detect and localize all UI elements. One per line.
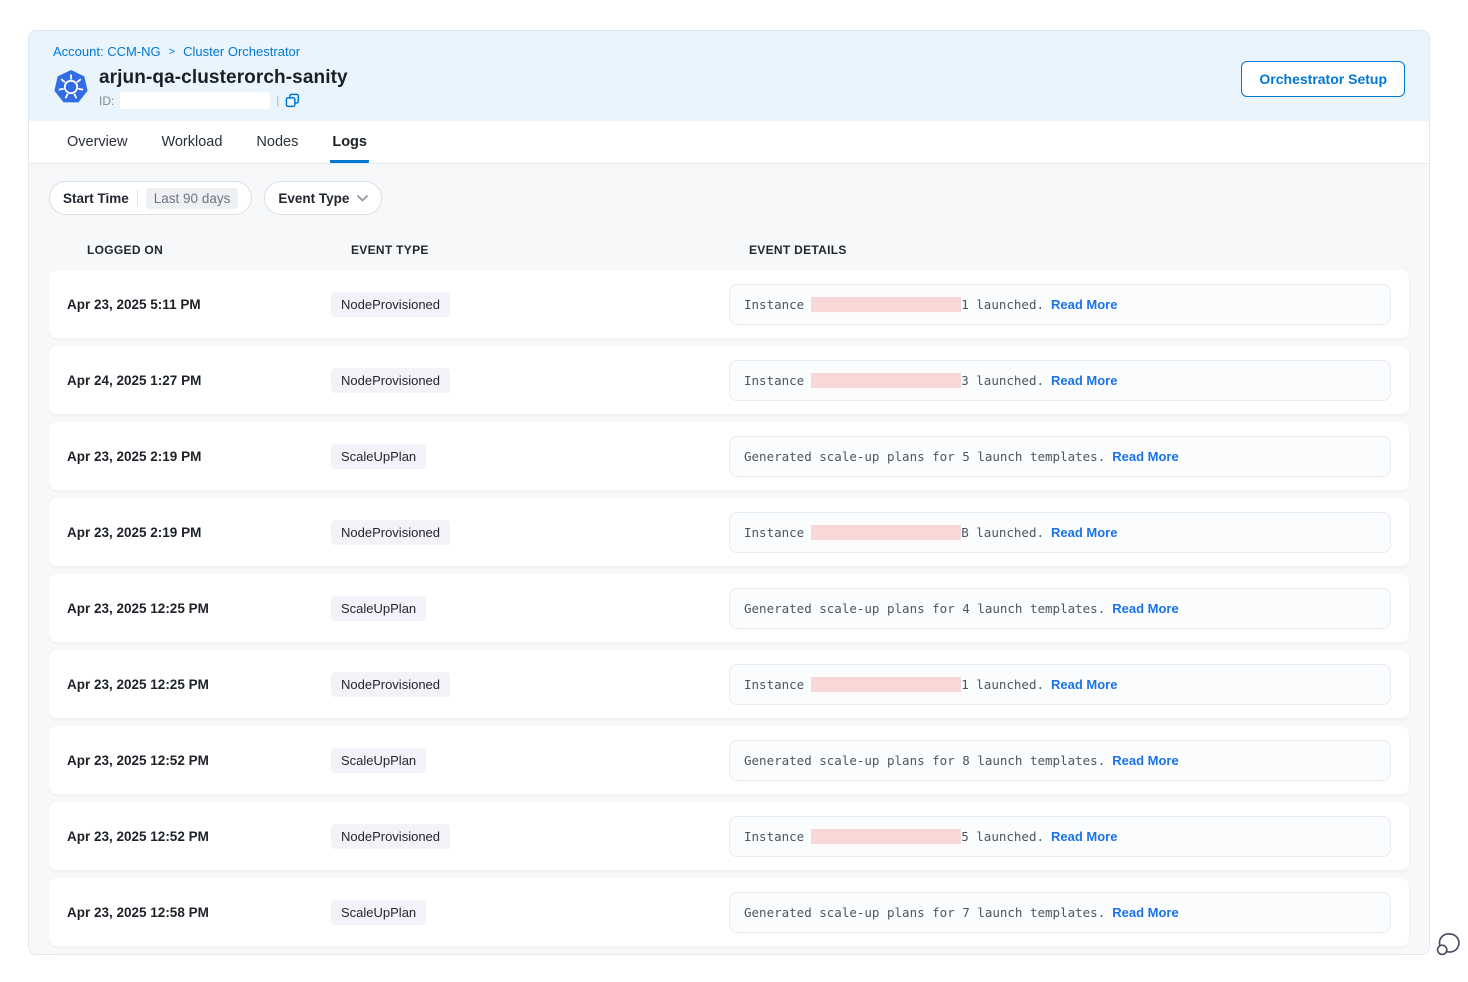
detail-text: Generated scale-up plans for 8 launch te… — [744, 753, 1105, 768]
redacted-instance-id — [811, 677, 961, 692]
logged-on-value: Apr 23, 2025 12:25 PM — [67, 601, 331, 616]
tab-logs[interactable]: Logs — [330, 121, 369, 163]
table-row-partial — [49, 954, 1409, 955]
chevron-down-icon — [357, 195, 368, 202]
detail-text: Instance — [744, 525, 804, 540]
read-more-link[interactable]: Read More — [1112, 905, 1178, 920]
table-row: Apr 24, 2025 1:27 PM NodeProvisioned Ins… — [49, 346, 1409, 414]
cluster-orchestrator-page: Account: CCM-NG > Cluster Orchestrator a… — [28, 30, 1430, 955]
event-type-badge: ScaleUpPlan — [331, 900, 426, 925]
event-details-box: Instance 1 launched. Read More — [729, 284, 1391, 325]
kubernetes-icon — [53, 69, 89, 105]
detail-text: Generated scale-up plans for 5 launch te… — [744, 449, 1105, 464]
logged-on-value: Apr 23, 2025 12:58 PM — [67, 905, 331, 920]
redacted-instance-id — [811, 297, 961, 312]
chat-bubble-icon[interactable] — [1434, 930, 1462, 958]
table-row: Apr 23, 2025 2:19 PM ScaleUpPlan Generat… — [49, 422, 1409, 490]
detail-text: Instance — [744, 373, 804, 388]
column-header-event-details: EVENT DETAILS — [749, 243, 1409, 257]
event-type-badge: ScaleUpPlan — [331, 748, 426, 773]
event-type-label: Event Type — [278, 191, 349, 206]
orchestrator-setup-button[interactable]: Orchestrator Setup — [1241, 61, 1405, 97]
tab-workload[interactable]: Workload — [159, 121, 224, 163]
breadcrumb-separator: > — [169, 46, 175, 58]
table-row: Apr 23, 2025 5:11 PM NodeProvisioned Ins… — [49, 270, 1409, 338]
column-header-event-type: EVENT TYPE — [351, 243, 749, 257]
column-header-logged-on: LOGGED ON — [87, 243, 351, 257]
event-type-badge: ScaleUpPlan — [331, 444, 426, 469]
logged-on-value: Apr 23, 2025 12:52 PM — [67, 753, 331, 768]
event-details-box: Generated scale-up plans for 4 launch te… — [729, 588, 1391, 629]
tab-overview[interactable]: Overview — [65, 121, 129, 163]
copy-icon[interactable] — [285, 93, 300, 108]
redacted-instance-id — [811, 829, 961, 844]
event-type-filter[interactable]: Event Type — [264, 181, 382, 215]
event-type-badge: NodeProvisioned — [331, 672, 450, 697]
redacted-instance-id — [811, 373, 961, 388]
filter-divider — [137, 190, 138, 206]
table-row: Apr 23, 2025 12:25 PM NodeProvisioned In… — [49, 650, 1409, 718]
detail-text: 1 launched. — [961, 677, 1044, 692]
table-row: Apr 23, 2025 2:19 PM NodeProvisioned Ins… — [49, 498, 1409, 566]
detail-text: 1 launched. — [961, 297, 1044, 312]
event-type-badge: NodeProvisioned — [331, 368, 450, 393]
detail-text: Instance — [744, 677, 804, 692]
page-title: arjun-qa-clusterorch-sanity — [99, 67, 348, 89]
detail-text: Generated scale-up plans for 7 launch te… — [744, 905, 1105, 920]
id-separator: | — [276, 95, 279, 107]
read-more-link[interactable]: Read More — [1112, 601, 1178, 616]
table-row: Apr 23, 2025 12:52 PM ScaleUpPlan Genera… — [49, 726, 1409, 794]
tab-bar: Overview Workload Nodes Logs — [29, 121, 1429, 164]
detail-text: 3 launched. — [961, 373, 1044, 388]
table-header: LOGGED ON EVENT TYPE EVENT DETAILS — [49, 243, 1409, 257]
start-time-value: Last 90 days — [146, 188, 239, 209]
event-details-box: Instance B launched. Read More — [729, 512, 1391, 553]
event-details-box: Generated scale-up plans for 7 launch te… — [729, 892, 1391, 933]
detail-text: B launched. — [961, 525, 1044, 540]
read-more-link[interactable]: Read More — [1112, 449, 1178, 464]
id-label: ID: — [99, 94, 114, 108]
logged-on-value: Apr 24, 2025 1:27 PM — [67, 373, 331, 388]
event-details-box: Instance 3 launched. Read More — [729, 360, 1391, 401]
table-row: Apr 23, 2025 12:25 PM ScaleUpPlan Genera… — [49, 574, 1409, 642]
event-type-badge: NodeProvisioned — [331, 824, 450, 849]
event-details-box: Instance 1 launched. Read More — [729, 664, 1391, 705]
breadcrumb-cluster-orchestrator-link[interactable]: Cluster Orchestrator — [183, 44, 300, 59]
read-more-link[interactable]: Read More — [1051, 525, 1117, 540]
logged-on-value: Apr 23, 2025 12:25 PM — [67, 677, 331, 692]
start-time-label: Start Time — [63, 191, 129, 206]
table-row: Apr 23, 2025 12:52 PM NodeProvisioned In… — [49, 802, 1409, 870]
read-more-link[interactable]: Read More — [1051, 677, 1117, 692]
start-time-filter[interactable]: Start Time Last 90 days — [49, 181, 252, 215]
logs-content: Start Time Last 90 days Event Type LOGGE… — [29, 164, 1429, 955]
event-type-badge: ScaleUpPlan — [331, 596, 426, 621]
detail-text: Generated scale-up plans for 4 launch te… — [744, 601, 1105, 616]
detail-text: Instance — [744, 297, 804, 312]
read-more-link[interactable]: Read More — [1051, 829, 1117, 844]
filters-row: Start Time Last 90 days Event Type — [49, 181, 1409, 215]
event-type-badge: NodeProvisioned — [331, 520, 450, 545]
event-details-box: Generated scale-up plans for 5 launch te… — [729, 436, 1391, 477]
event-type-badge: NodeProvisioned — [331, 292, 450, 317]
logged-on-value: Apr 23, 2025 2:19 PM — [67, 449, 331, 464]
logged-on-value: Apr 23, 2025 2:19 PM — [67, 525, 331, 540]
detail-text: Instance — [744, 829, 804, 844]
tab-nodes[interactable]: Nodes — [254, 121, 300, 163]
breadcrumb-account-link[interactable]: Account: CCM-NG — [53, 44, 161, 59]
read-more-link[interactable]: Read More — [1051, 297, 1117, 312]
table-row: Apr 23, 2025 12:58 PM ScaleUpPlan Genera… — [49, 878, 1409, 946]
redacted-instance-id — [811, 525, 961, 540]
event-details-box: Generated scale-up plans for 8 launch te… — [729, 740, 1391, 781]
logged-on-value: Apr 23, 2025 12:52 PM — [67, 829, 331, 844]
event-details-box: Instance 5 launched. Read More — [729, 816, 1391, 857]
read-more-link[interactable]: Read More — [1112, 753, 1178, 768]
breadcrumb: Account: CCM-NG > Cluster Orchestrator — [53, 44, 1405, 59]
logged-on-value: Apr 23, 2025 5:11 PM — [67, 297, 331, 312]
page-header: Account: CCM-NG > Cluster Orchestrator a… — [29, 31, 1429, 121]
detail-text: 5 launched. — [961, 829, 1044, 844]
read-more-link[interactable]: Read More — [1051, 373, 1117, 388]
id-redacted-value — [120, 92, 270, 109]
